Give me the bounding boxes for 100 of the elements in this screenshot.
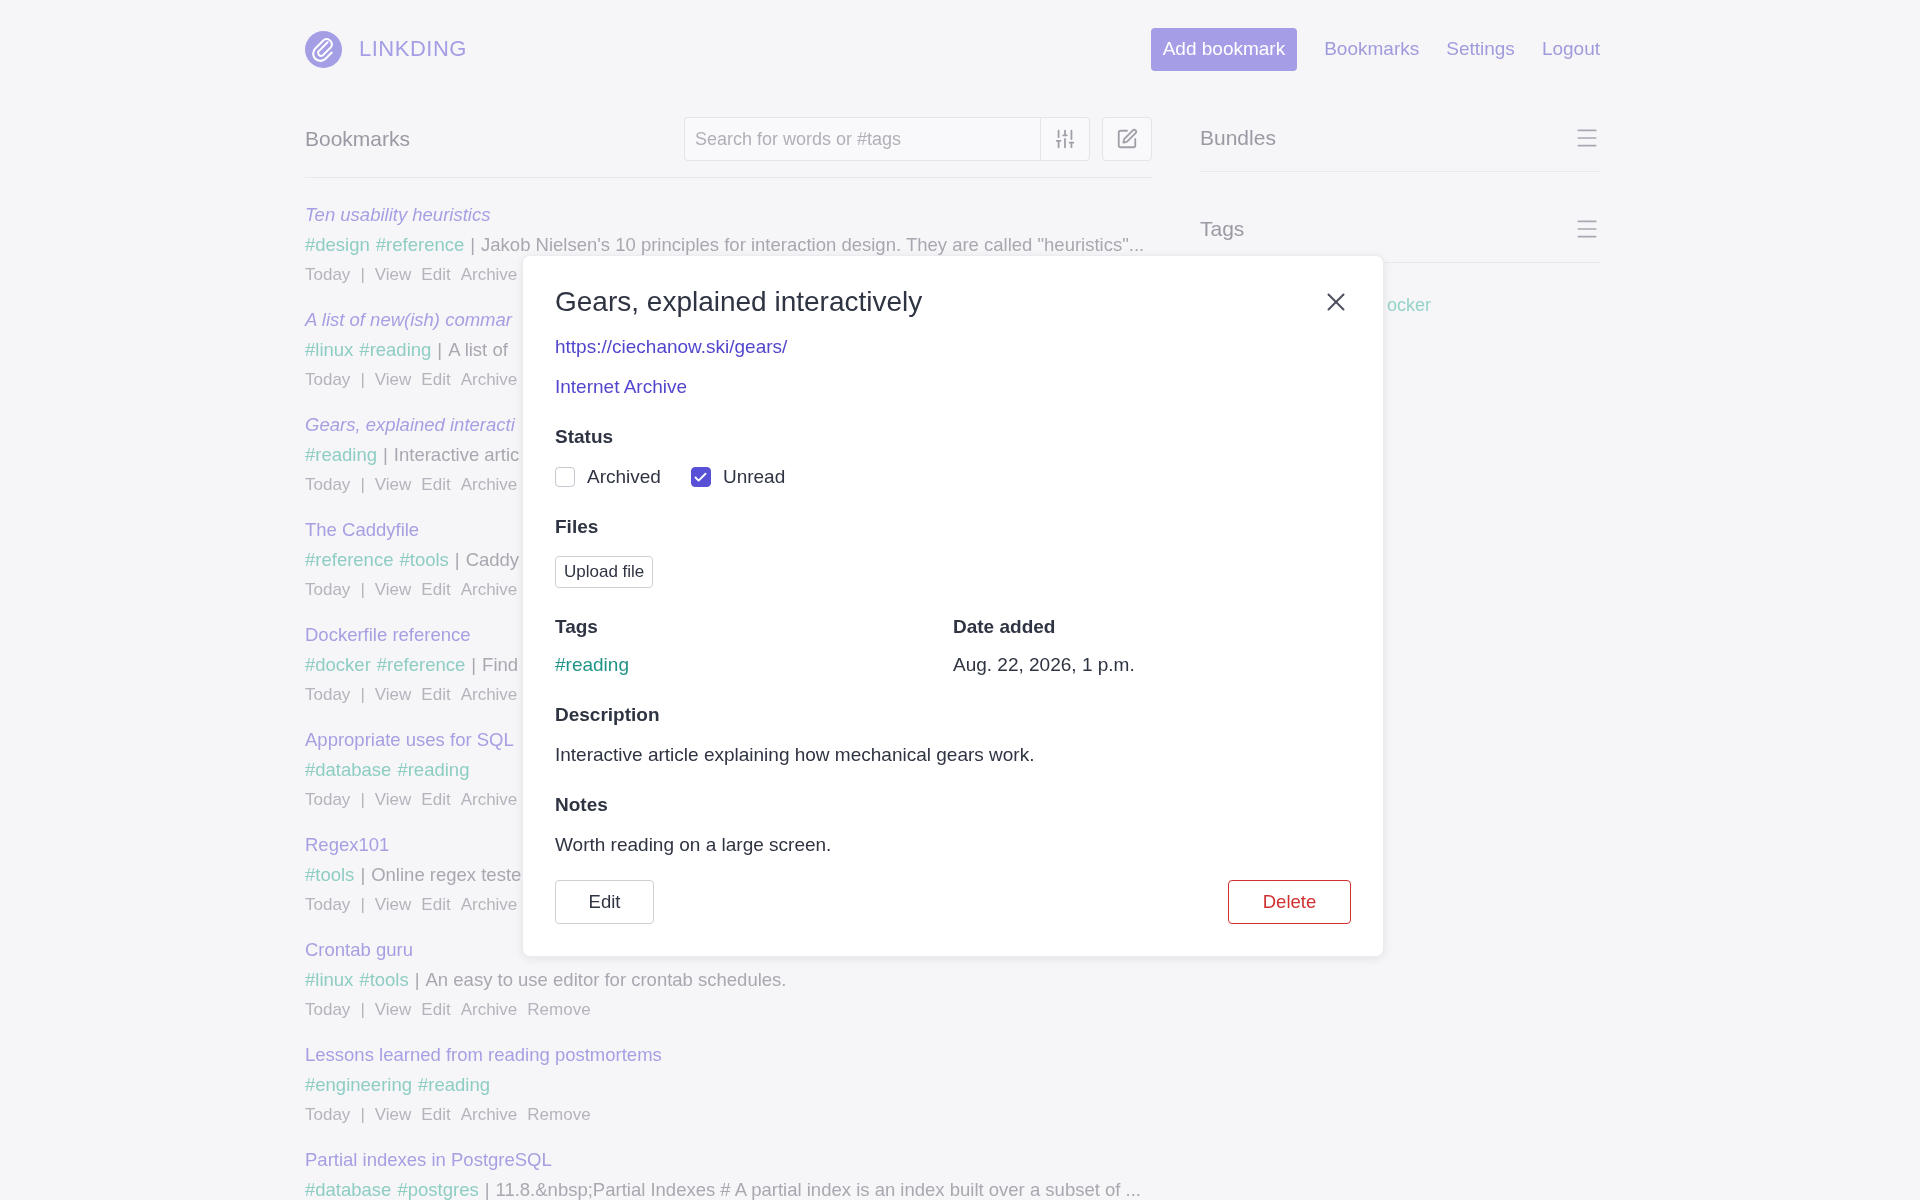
bookmark-title[interactable]: Lessons learned from reading postmortems	[305, 1040, 662, 1070]
tag-link[interactable]: #postgres	[397, 1175, 479, 1200]
field-label: Files	[555, 516, 599, 538]
bookmark-title[interactable]: A list of new(ish) commar	[305, 305, 512, 335]
bookmark-description: An easy to use editor for crontab schedules.	[425, 968, 787, 992]
tag-link[interactable]: #reference	[376, 650, 466, 680]
tag-link[interactable]: #docker	[305, 650, 371, 680]
bookmark-title[interactable]: Regex101	[305, 830, 390, 860]
bookmark-action[interactable]: View	[374, 890, 412, 920]
notes-text: Worth reading on a large screen.	[555, 834, 832, 856]
tag-link[interactable]: #reading	[418, 1070, 490, 1100]
separator: |	[454, 548, 460, 572]
tag-link[interactable]: #database	[305, 1175, 392, 1200]
tag-link[interactable]: ocker	[1387, 295, 1431, 316]
bookmark-action[interactable]: Edit	[421, 575, 451, 605]
bookmark-description: 11.8.&nbsp;Partial Indexes # A partial index is an index built over a subset of ...	[495, 1178, 1141, 1200]
bookmark-action[interactable]: Edit	[421, 1100, 451, 1130]
bookmark-date: Today	[305, 999, 351, 1021]
separator: |	[470, 233, 476, 257]
upload-file-button[interactable]: Upload file	[555, 556, 654, 588]
filter-button[interactable]	[1040, 117, 1090, 161]
pen-icon	[1116, 128, 1138, 150]
bookmark-action[interactable]: Remove	[527, 995, 591, 1025]
tag-link[interactable]: #reading	[555, 654, 629, 676]
bookmark-action[interactable]: Archive	[460, 1100, 518, 1130]
edit-button[interactable]: Edit	[555, 880, 654, 924]
tag-link[interactable]: #tools	[399, 545, 449, 575]
tag-link[interactable]: #tools	[359, 965, 409, 995]
bookmark-action[interactable]: View	[374, 365, 412, 395]
separator: |	[437, 338, 443, 362]
date-value: Aug. 22, 2026, 1 p.m.	[953, 654, 1135, 676]
tag-link[interactable]: #database	[305, 755, 392, 785]
bookmark-description: Interactive artic	[393, 443, 520, 467]
nav-link[interactable]: Bookmarks	[1324, 38, 1420, 60]
bookmark-title[interactable]: Dockerfile reference	[305, 620, 471, 650]
bookmark-title[interactable]: Ten usability heuristics	[305, 200, 491, 230]
bookmark-action[interactable]: View	[374, 680, 412, 710]
bookmark-action[interactable]: Archive	[460, 890, 518, 920]
separator: |	[360, 863, 366, 887]
bookmark-action[interactable]: Archive	[460, 995, 518, 1025]
bookmark-action[interactable]: Edit	[421, 680, 451, 710]
add-bookmark-button[interactable]: Add bookmark	[1150, 27, 1298, 71]
bookmark-description: Online regex teste	[371, 863, 522, 887]
bookmark-action[interactable]: View	[374, 470, 412, 500]
bookmark-action[interactable]: Edit	[421, 365, 451, 395]
tag-link[interactable]: #tools	[305, 860, 355, 890]
archive-link[interactable]: Internet Archive	[555, 376, 688, 398]
tag-link[interactable]: #reading	[305, 440, 377, 470]
bookmark-action[interactable]: View	[374, 1100, 412, 1130]
separator: |	[360, 579, 365, 601]
bookmark-date: Today	[305, 789, 351, 811]
search-field[interactable]: Search for words or #tags	[684, 117, 1040, 161]
bookmark-description: Find	[482, 653, 519, 677]
url-link[interactable]: https://ciechanow.ski/gears/	[555, 336, 788, 358]
bookmark-action[interactable]: Remove	[527, 1100, 591, 1130]
bookmark-title[interactable]: Partial indexes in PostgreSQL	[305, 1145, 552, 1175]
bookmark-action[interactable]: Archive	[460, 365, 518, 395]
checkbox-label: Archived	[587, 466, 661, 488]
bookmark-action[interactable]: View	[374, 785, 412, 815]
delete-button[interactable]: Delete	[1228, 880, 1351, 924]
bookmark-action[interactable]: Edit	[421, 785, 451, 815]
bookmark-action[interactable]: View	[374, 995, 412, 1025]
bookmark-date: Today	[305, 894, 351, 916]
bookmark-title[interactable]: Appropriate uses for SQL	[305, 725, 514, 755]
bookmark-action[interactable]: Archive	[460, 680, 518, 710]
section-heading: Bookmarks	[305, 127, 412, 151]
tag-link[interactable]: #reference	[375, 230, 465, 260]
bookmark-description: Caddy	[465, 548, 520, 572]
bookmark-action[interactable]: Edit	[421, 260, 451, 290]
tag-link[interactable]: #linux	[305, 335, 354, 365]
section-heading: Bundles	[1200, 126, 1277, 150]
app-logo-text[interactable]: LINKDING	[359, 36, 467, 62]
bookmark-title[interactable]: The Caddyfile	[305, 515, 420, 545]
bookmark-action[interactable]: Edit	[421, 470, 451, 500]
tag-link[interactable]: #reading	[359, 335, 432, 365]
bookmark-action[interactable]: View	[374, 260, 412, 290]
checkbox[interactable]	[690, 467, 711, 487]
bookmark-action[interactable]: Edit	[421, 890, 451, 920]
bookmark-action[interactable]: Edit	[421, 995, 451, 1025]
field-label: Description	[555, 704, 660, 726]
section-heading: Tags	[1200, 217, 1246, 241]
separator: |	[360, 369, 365, 391]
tag-link[interactable]: #reading	[397, 755, 470, 785]
tag-link[interactable]: #design	[305, 230, 370, 260]
bookmark-title[interactable]: Crontab guru	[305, 935, 413, 965]
bookmark-description: A list of	[448, 338, 508, 362]
logo-icon	[305, 30, 342, 68]
separator: |	[360, 684, 365, 706]
tag-link[interactable]: #engineering	[305, 1070, 412, 1100]
bookmark-action[interactable]: Archive	[460, 785, 518, 815]
bookmark-action[interactable]: Archive	[460, 575, 518, 605]
tag-link[interactable]: #reference	[305, 545, 394, 575]
edit-button[interactable]	[1102, 117, 1152, 161]
nav-link[interactable]: Logout	[1541, 38, 1600, 60]
bookmark-title[interactable]: Gears, explained interacti	[305, 410, 515, 440]
nav-link[interactable]: Settings	[1446, 38, 1515, 60]
bookmark-action[interactable]: Archive	[460, 470, 518, 500]
bookmark-action[interactable]: View	[374, 575, 412, 605]
bookmark-action[interactable]: Archive	[460, 260, 518, 290]
tag-link[interactable]: #linux	[305, 965, 354, 995]
